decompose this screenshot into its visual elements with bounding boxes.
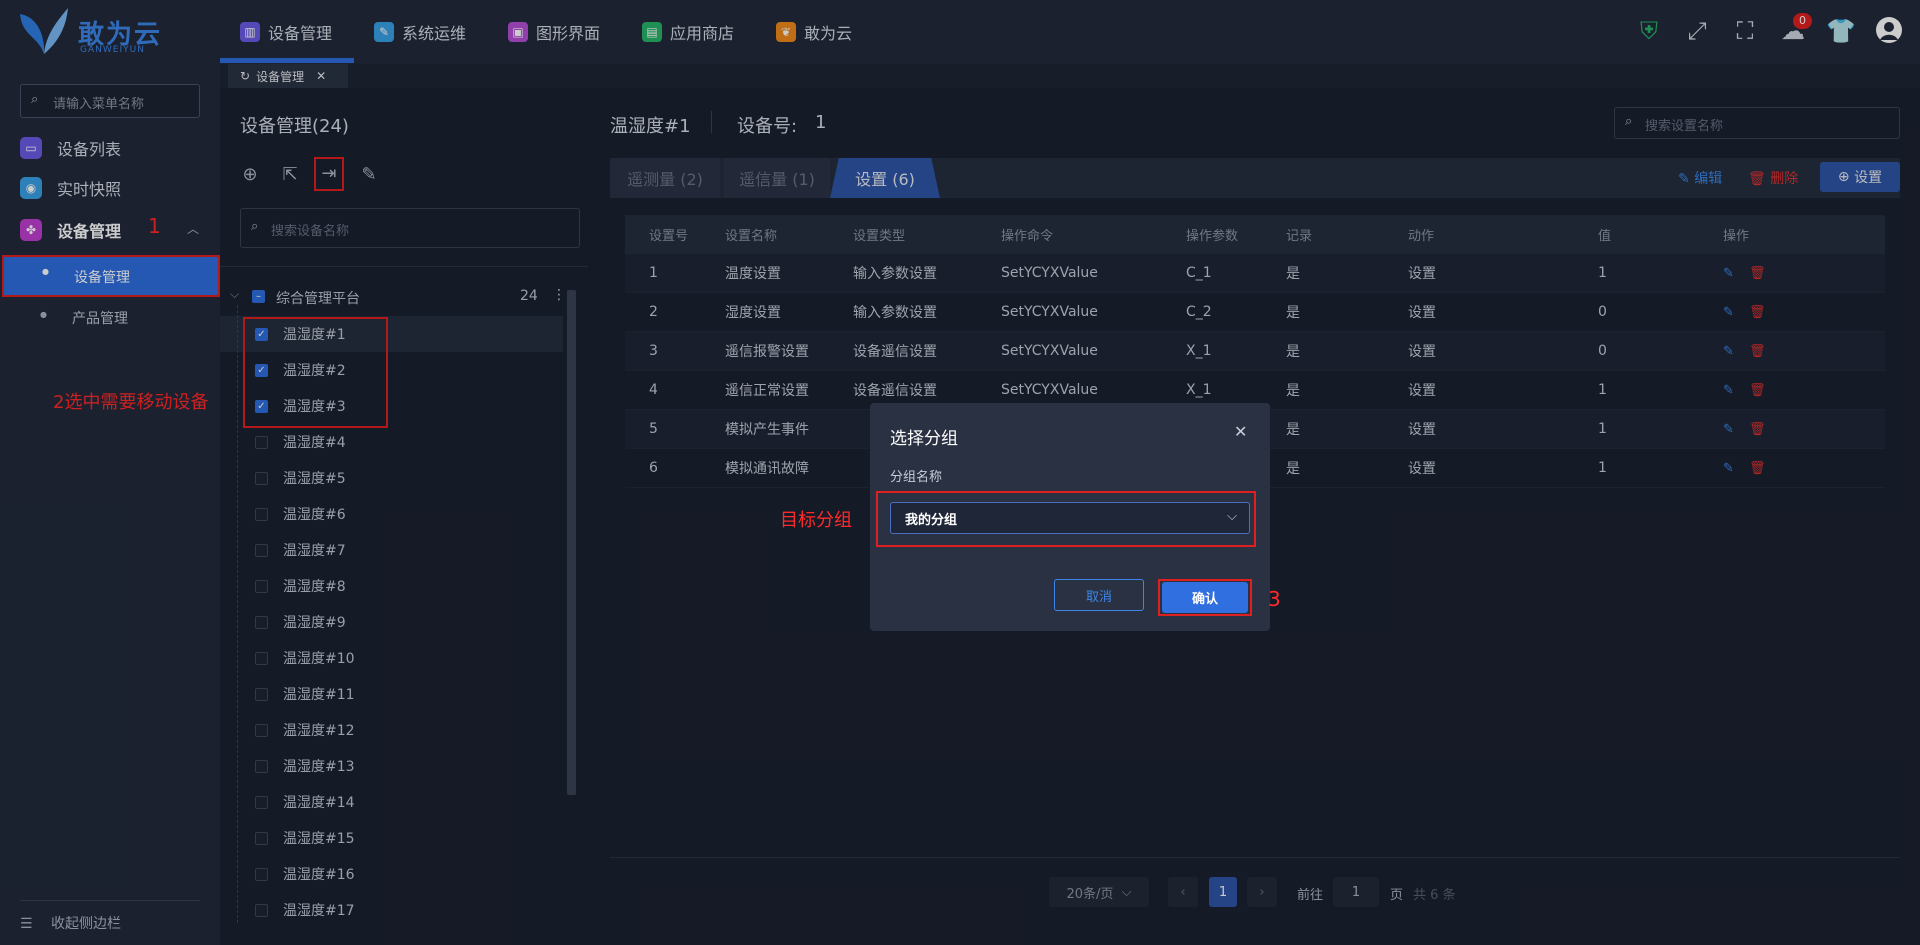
annotation-target: 目标分组: [780, 510, 852, 531]
chevron-down-icon: ⌵: [1227, 509, 1237, 524]
dialog-title: 选择分组: [890, 429, 958, 449]
cancel-button[interactable]: 取消: [1054, 579, 1144, 611]
annotation-step-3: 3: [1268, 587, 1281, 611]
close-icon[interactable]: ✕: [1234, 422, 1247, 441]
group-select[interactable]: 我的分组 ⌵: [890, 502, 1250, 534]
field-label: 分组名称: [890, 470, 943, 485]
confirm-button[interactable]: 确认: [1162, 582, 1248, 613]
